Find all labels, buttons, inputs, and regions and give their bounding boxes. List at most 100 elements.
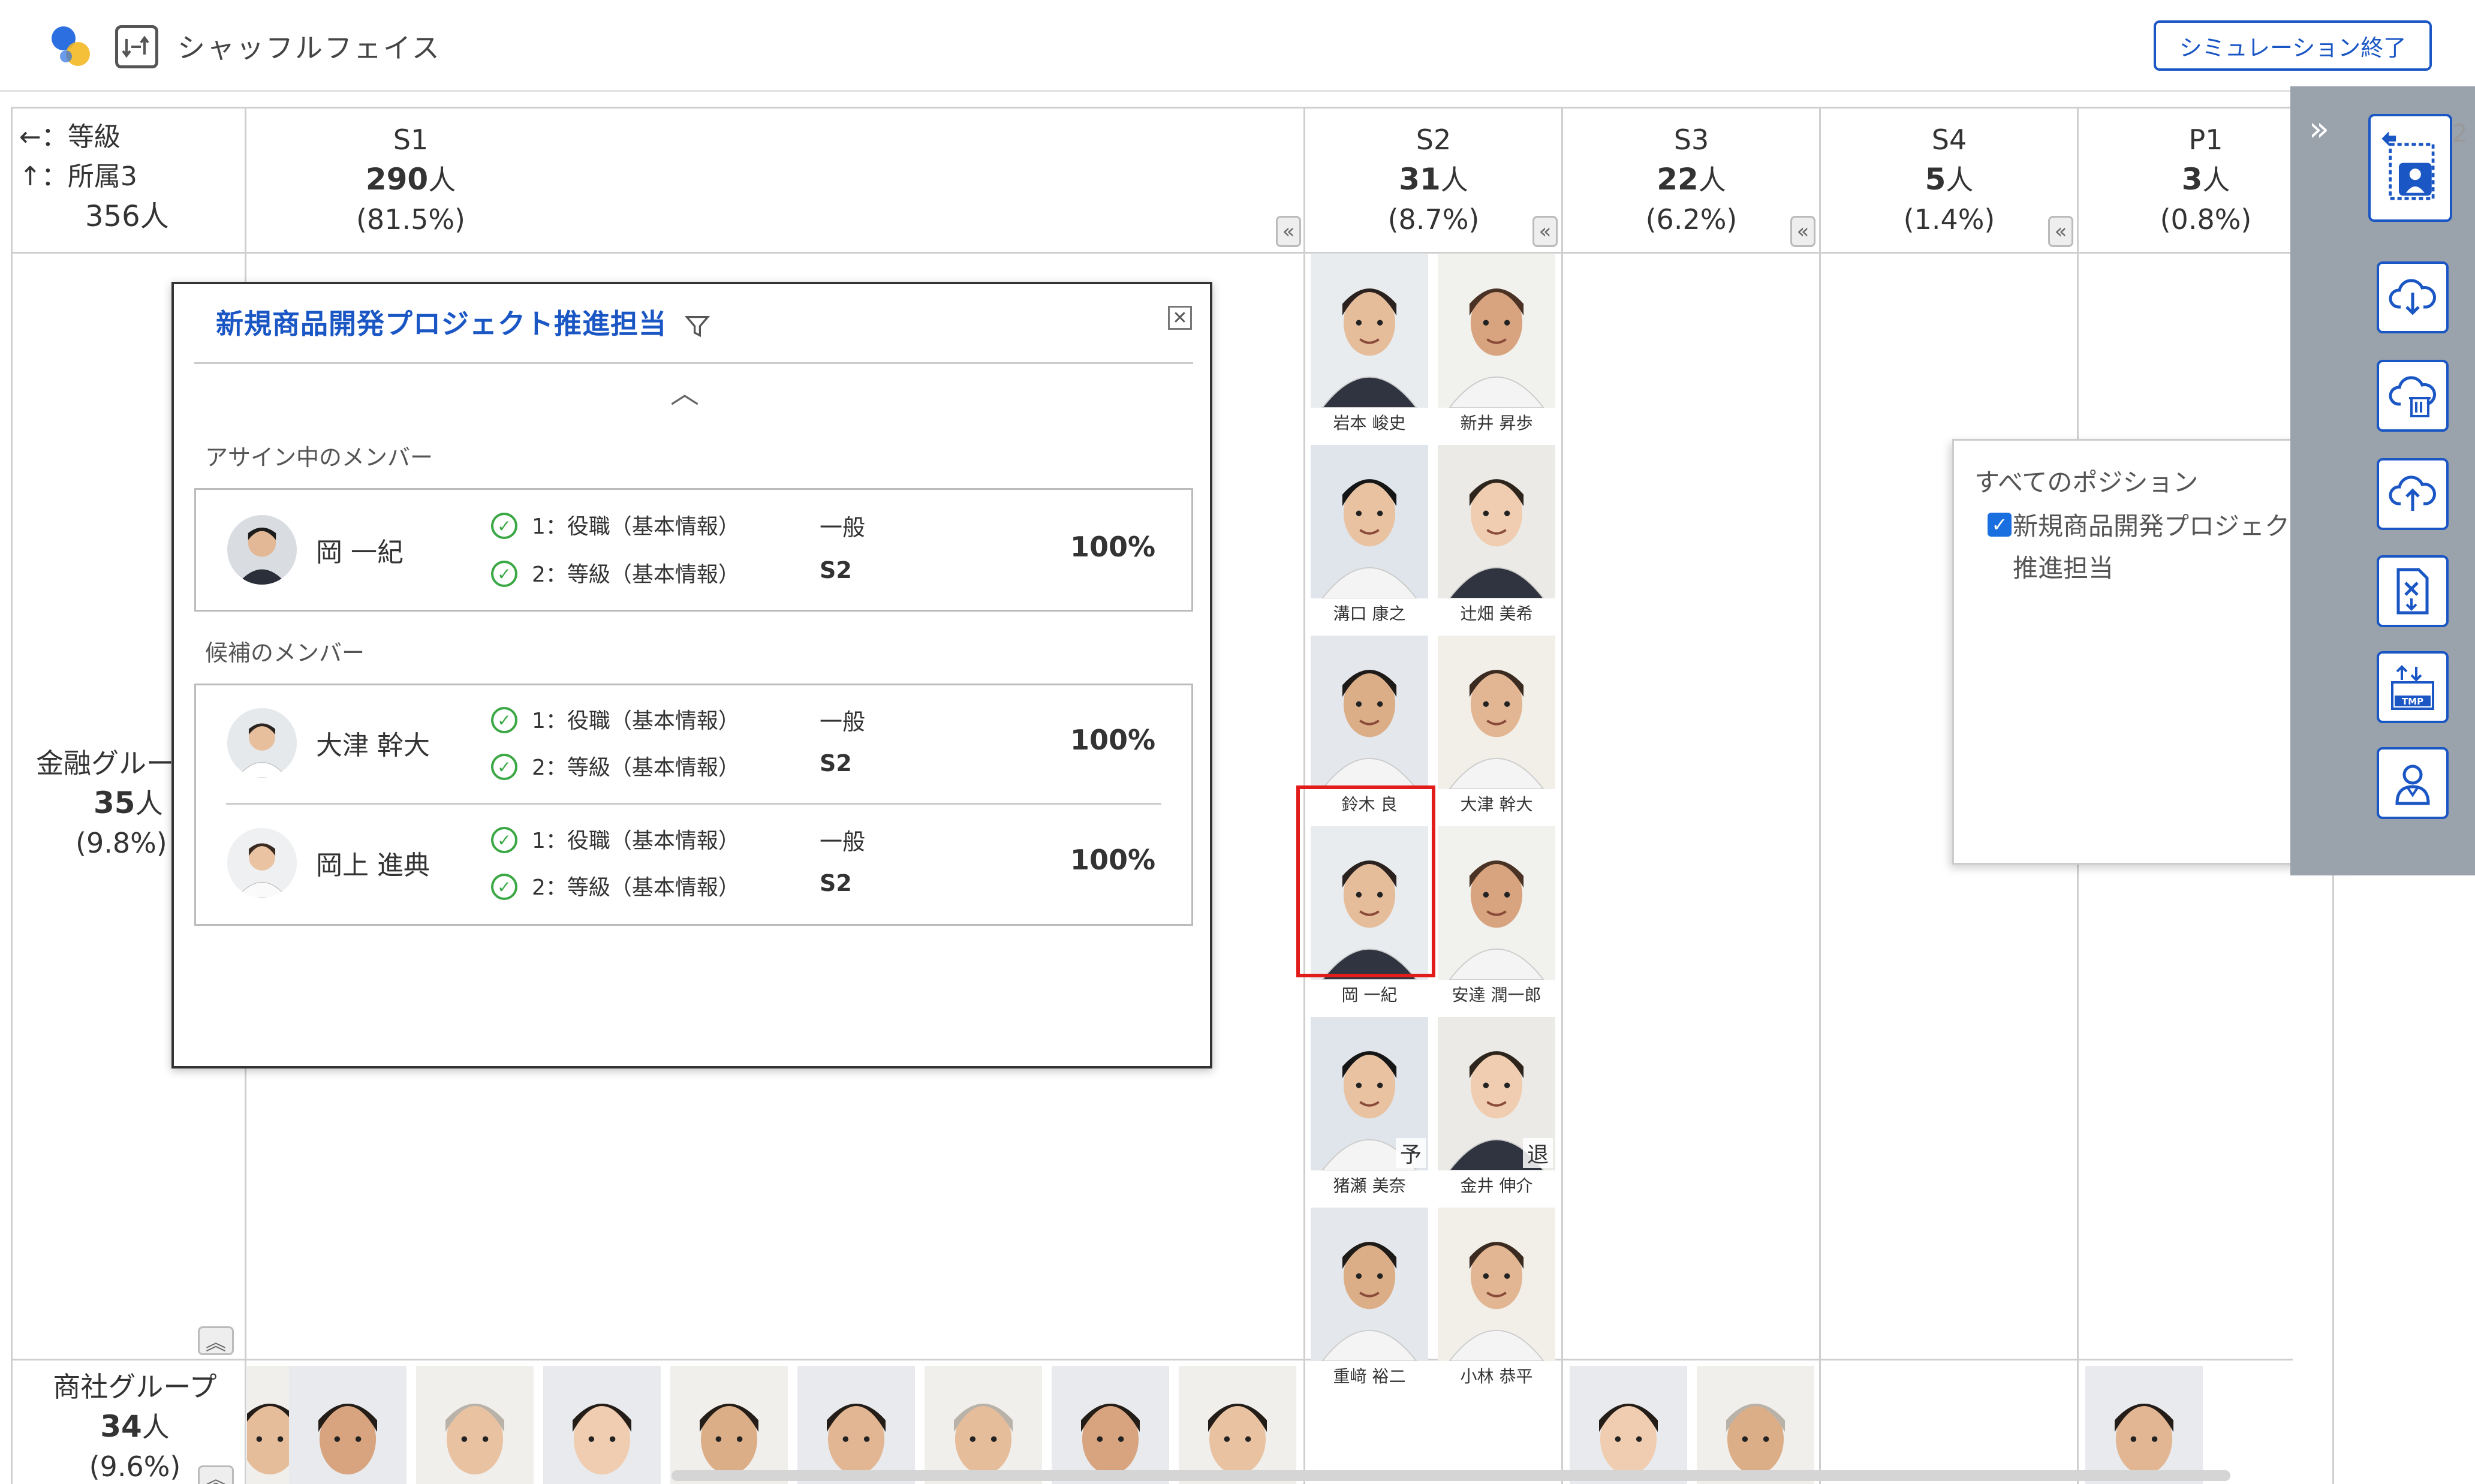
column-pct: (81.5%) (356, 203, 466, 236)
person-photo[interactable] (2085, 1366, 2203, 1484)
condition-value: 一般 (820, 829, 866, 855)
match-percentage: 100% (1070, 724, 1156, 756)
person-name: 岡 一紀 (1341, 985, 1398, 1005)
selected-person-frame (1296, 785, 1435, 977)
person-photo (1311, 636, 1428, 789)
close-icon[interactable]: ✕ (1168, 306, 1192, 330)
person-photo[interactable] (797, 1366, 915, 1484)
condition-label: 1：役職（基本情報） (532, 709, 740, 733)
condition-label: 2：等級（基本情報） (532, 755, 740, 780)
cloud-upload-button[interactable] (2377, 458, 2449, 530)
person-name: 岩本 峻史 (1333, 413, 1406, 433)
column-header-s3[interactable]: S3 22人 (6.2%) (1564, 120, 1819, 239)
person-photo[interactable] (1697, 1366, 1814, 1484)
collapse-left-icon[interactable]: « (1532, 216, 1558, 247)
person-photo[interactable] (925, 1366, 1042, 1484)
person-card[interactable]: 大津 幹大 (1438, 636, 1555, 815)
condition-label: 1：役職（基本情報） (532, 829, 740, 853)
person-photo (1438, 1208, 1555, 1361)
expand-up-icon[interactable]: ︽ (198, 1326, 234, 1355)
check-circle-icon: ✓ (491, 874, 517, 900)
match-percentage: 100% (1070, 844, 1156, 876)
row-count: 34人 (100, 1409, 170, 1444)
row-name: 商社グループ (53, 1371, 217, 1403)
column-count: 22人 (1657, 162, 1726, 197)
app-root: シャッフルフェイス シミュレーション終了 ←：等級 ↑：所属3 356人 S1 … (0, 0, 2475, 1484)
logo-icon[interactable] (46, 20, 96, 71)
profile-frame-icon (2381, 131, 2435, 200)
avatar (227, 708, 297, 778)
excel-export-button[interactable] (2377, 555, 2449, 627)
person-card[interactable]: 溝口 康之 (1311, 445, 1428, 625)
column-header-s2[interactable]: S2 31人 (8.7%) (1306, 120, 1561, 239)
member-row[interactable]: 岡上 進典 ✓ 1：役職（基本情報） 一般 ✓ 2：等級（基本情報） S2 10… (196, 805, 1191, 923)
person-card[interactable]: 安達 潤一郎 (1438, 826, 1555, 1006)
collapse-left-icon[interactable]: « (1790, 216, 1815, 247)
person-photo[interactable] (416, 1366, 534, 1484)
column-header-s1[interactable]: S1 290人 (81.5%) (247, 120, 574, 239)
column-name: S3 (1673, 124, 1709, 156)
person-card[interactable]: 辻畑 美希 (1438, 445, 1555, 625)
person-name: 溝口 康之 (1333, 604, 1406, 624)
person-photo: 退 (1438, 1017, 1555, 1170)
person-card[interactable]: 小林 恭平 (1438, 1208, 1555, 1387)
person-photo (1311, 254, 1428, 408)
profile-frame-button[interactable] (2368, 114, 2452, 222)
grid-top-line (11, 107, 2293, 109)
avatar (227, 515, 297, 585)
position-checkbox[interactable]: ✓ (1988, 513, 2012, 537)
collapse-left-icon[interactable]: « (1276, 216, 1301, 247)
person-photo (1311, 445, 1428, 598)
member-row[interactable]: 大津 幹大 ✓ 1：役職（基本情報） 一般 ✓ 2：等級（基本情報） S2 10… (196, 685, 1191, 803)
person-photo[interactable] (543, 1366, 661, 1484)
shuffle-icon[interactable] (115, 25, 158, 68)
cloud-download-icon (2389, 279, 2436, 315)
expand-up-icon[interactable]: ︽ (198, 1465, 234, 1484)
person-photo[interactable] (289, 1366, 407, 1484)
condition-label: 1：役職（基本情報） (532, 514, 740, 539)
candidate-members-box: 大津 幹大 ✓ 1：役職（基本情報） 一般 ✓ 2：等級（基本情報） S2 10… (194, 684, 1193, 926)
check-circle-icon: ✓ (491, 827, 517, 853)
position-checkbox-label[interactable]: 新規商品開発プロジェクト推進担当 (2013, 505, 2325, 589)
horizontal-scrollbar[interactable] (672, 1470, 2230, 1481)
person-card[interactable]: 退金井 伸介 (1438, 1017, 1555, 1197)
person-photo[interactable] (1052, 1366, 1169, 1484)
filter-icon[interactable] (684, 313, 710, 339)
condition-label: 2：等級（基本情報） (532, 562, 740, 587)
person-photo[interactable] (1179, 1366, 1296, 1484)
people-cell-trading-row (247, 1366, 2332, 1484)
cloud-download-button[interactable] (2377, 261, 2449, 333)
chevron-up-icon[interactable]: ︿ (670, 369, 699, 411)
popup-title: 新規商品開発プロジェクト推進担当 (216, 302, 710, 342)
column-pct: (6.2%) (1645, 203, 1738, 236)
avatar (227, 828, 297, 898)
popup-divider (194, 362, 1193, 364)
excel-export-icon (2396, 568, 2429, 615)
person-card[interactable]: 新井 昇歩 (1438, 254, 1555, 434)
expand-right-icon[interactable]: » (2294, 90, 2344, 168)
condition-value: 一般 (820, 514, 866, 541)
match-percentage: 100% (1070, 531, 1156, 563)
person-photo[interactable] (1570, 1366, 1687, 1484)
person-card[interactable]: 重﨑 裕二 (1311, 1208, 1428, 1387)
check-circle-icon: ✓ (491, 707, 517, 733)
collapse-left-icon[interactable]: « (2048, 216, 2073, 247)
condition-value: 一般 (820, 709, 866, 735)
person-card[interactable]: 岩本 峻史 (1311, 254, 1428, 434)
column-pct: (1.4%) (1903, 203, 1995, 236)
person-card[interactable]: 予猪瀬 美奈 (1311, 1017, 1428, 1197)
tmp-import-button[interactable]: TMP (2377, 651, 2449, 723)
condition-label: 2：等級（基本情報） (532, 875, 740, 900)
column-header-s4[interactable]: S4 5人 (1.4%) (1821, 120, 2077, 239)
y-axis-label: ↑：所属3 (19, 161, 137, 192)
column-name: S4 (1931, 124, 1967, 156)
end-simulation-button[interactable]: シミュレーション終了 (2154, 20, 2432, 71)
member-row[interactable]: 岡 一紀 ✓ 1：役職（基本情報） 一般 ✓ 2：等級（基本情報） S2 100… (196, 490, 1191, 610)
person-button[interactable] (2377, 747, 2449, 819)
cloud-upload-icon (2389, 475, 2436, 511)
cloud-delete-button[interactable] (2377, 360, 2449, 432)
column-count: 290人 (365, 162, 456, 197)
candidate-section-label: 候補のメンバー (205, 640, 365, 666)
person-photo[interactable] (670, 1366, 788, 1484)
position-panel-title: すべてのポジション (1974, 468, 2199, 497)
